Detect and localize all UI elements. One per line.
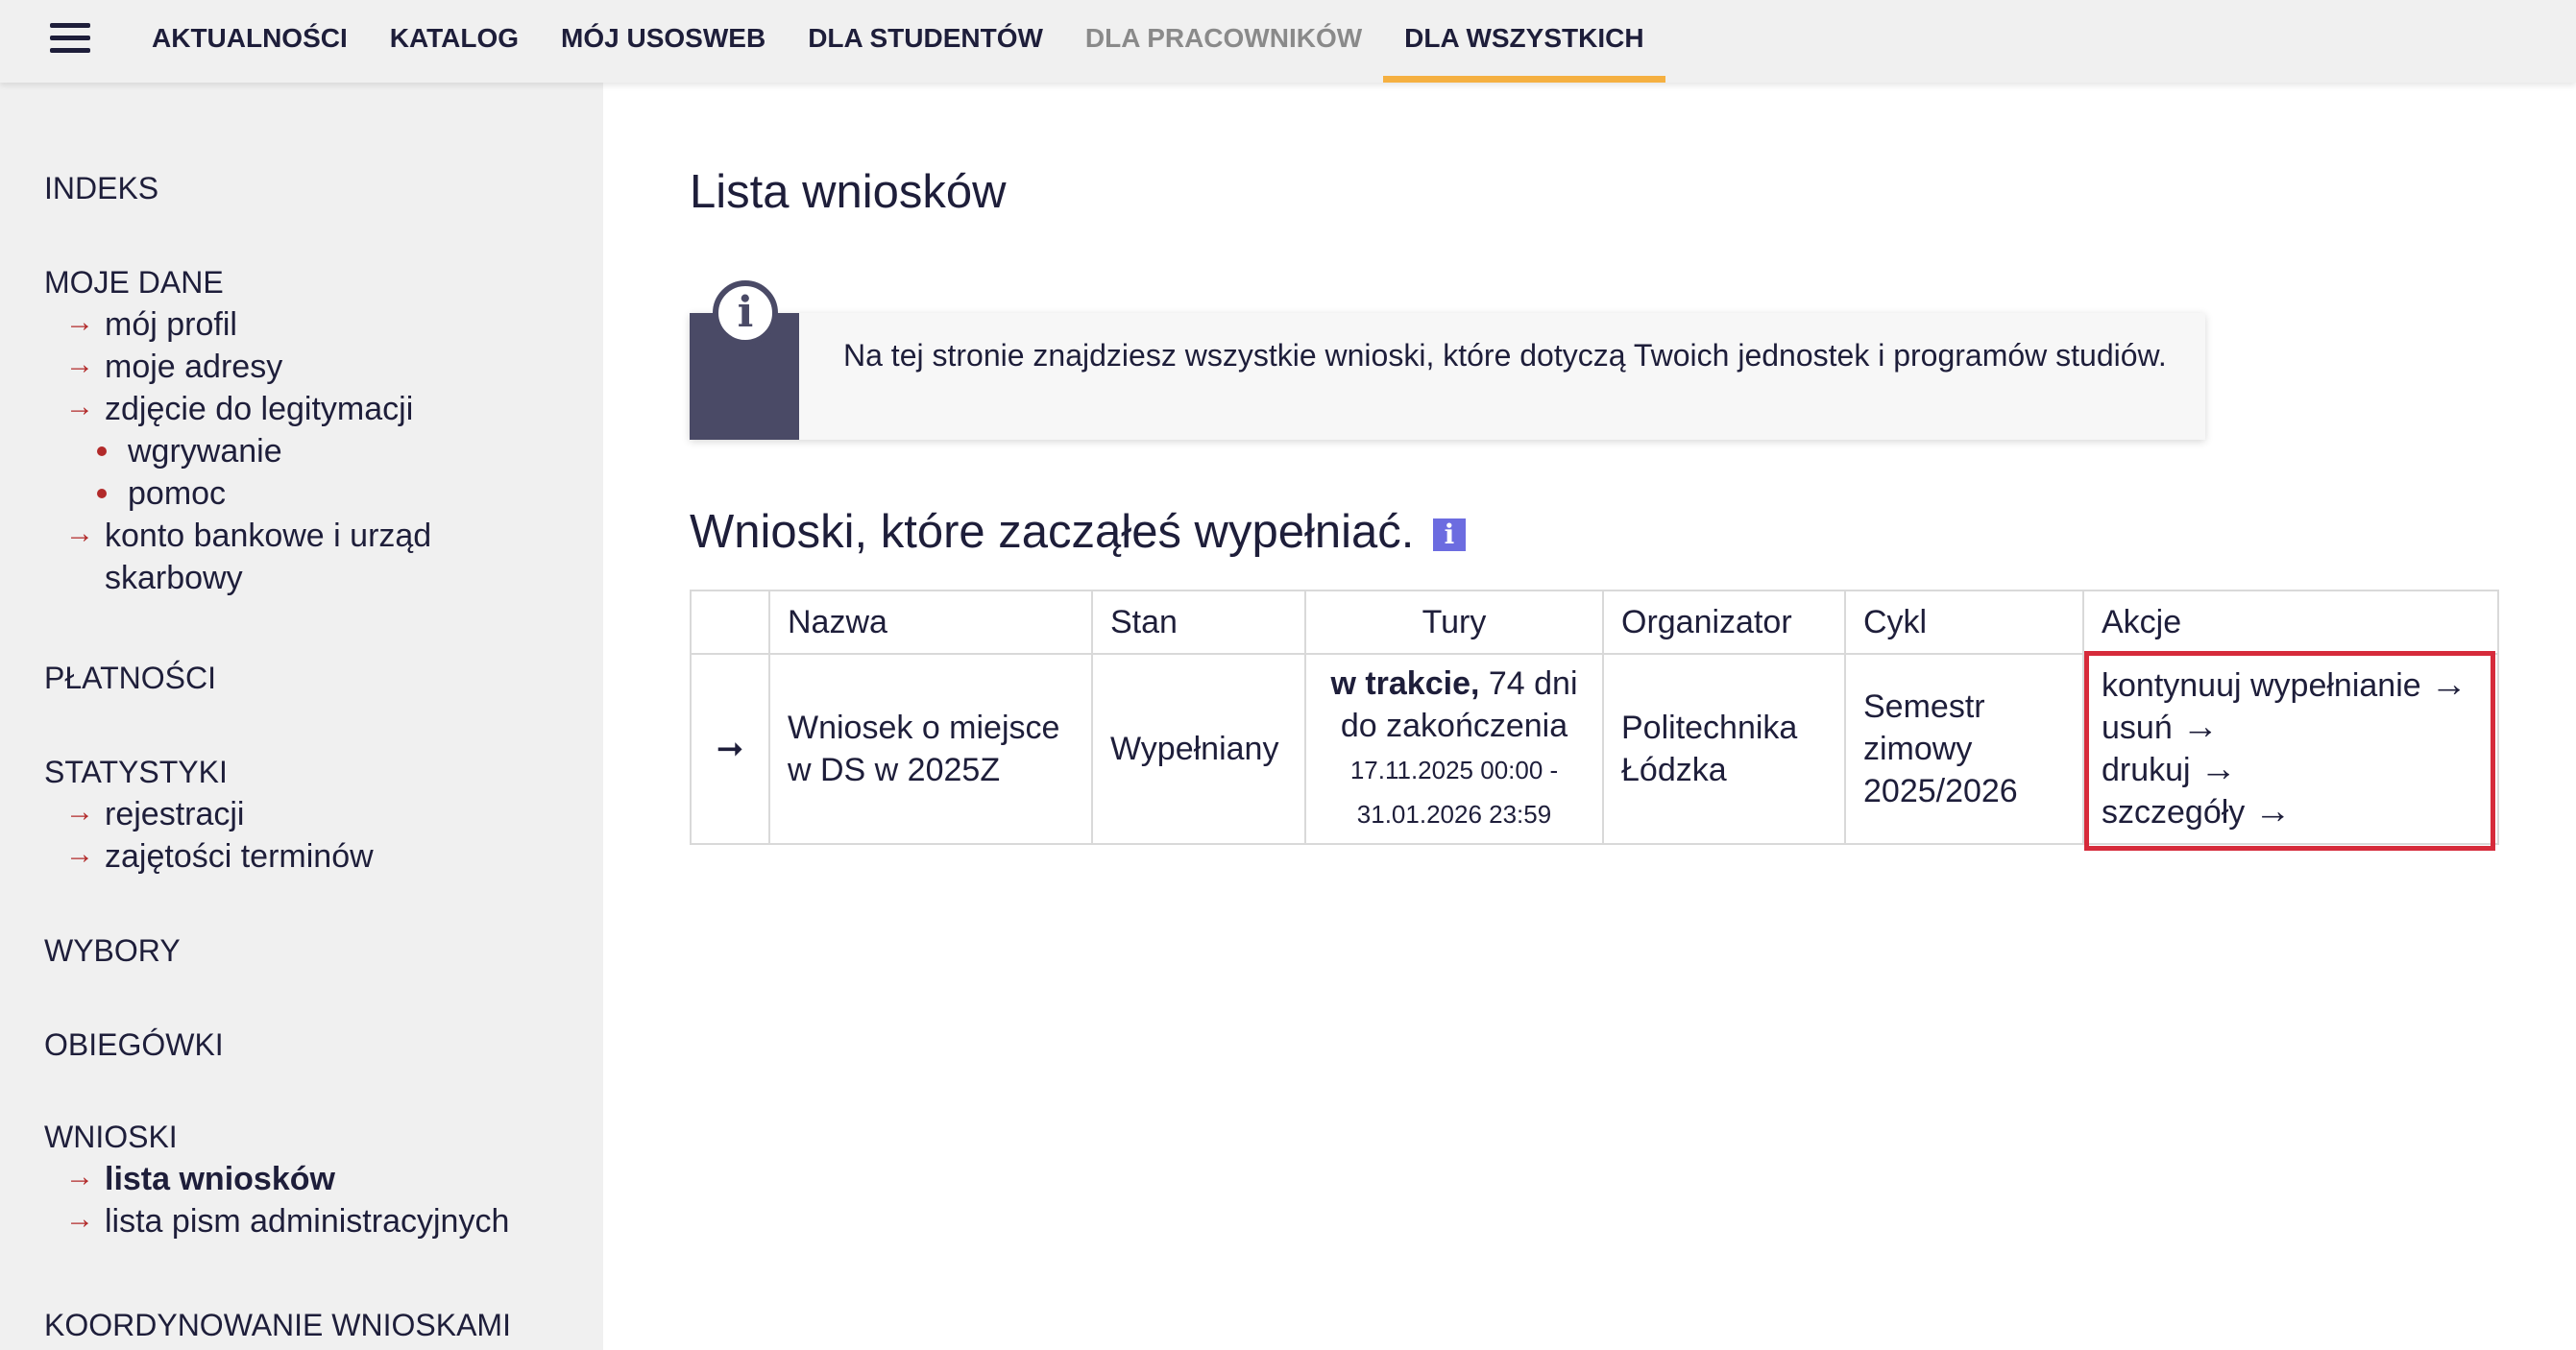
cell-stan: Wypełniany	[1091, 653, 1306, 845]
header-cykl[interactable]: Cykl	[1844, 590, 2084, 655]
sidebar-link-label: zdjęcie do legitymacji	[105, 391, 414, 427]
header-empty	[690, 590, 770, 655]
sidebar-sublink-label: wgrywanie	[128, 433, 282, 470]
sidebar-group-indeks: INDEKS	[44, 167, 158, 209]
main-nav: AKTUALNOŚCI KATALOG MÓJ USOSWEB DLA STUD…	[131, 0, 1665, 83]
header-tury[interactable]: Tury	[1304, 590, 1604, 655]
header-akcje: Akcje	[2082, 590, 2499, 655]
sidebar-link-zdjecie[interactable]: → zdjęcie do legitymacji	[0, 388, 470, 430]
arrow-right-icon: →	[65, 1203, 94, 1235]
header-organizator[interactable]: Organizator	[1602, 590, 1846, 655]
sidebar-link-label: zajętości terminów	[105, 838, 374, 875]
sidebar-link-label: mój profil	[105, 306, 237, 343]
sidebar-item-indeks[interactable]: INDEKS	[44, 167, 158, 209]
sidebar-link-label: rejestracji	[105, 796, 245, 832]
sidebar-group-statystyki: STATYSTYKI → rejestracji → zajętości ter…	[44, 751, 374, 878]
menu-icon[interactable]	[50, 23, 92, 56]
arrow-right-icon: →	[65, 306, 94, 338]
page-title: Lista wniosków	[690, 166, 1007, 218]
bullet-icon	[97, 489, 107, 498]
arrow-right-icon: →	[65, 349, 94, 380]
sidebar-link-zajetosci[interactable]: → zajętości terminów	[0, 835, 374, 878]
cell-cykl: Semestr zimowy 2025/2026	[1844, 653, 2084, 845]
table-header-row: Nazwa Stan Tury Organizator Cykl Akcje	[690, 590, 2499, 655]
sidebar-group-moje-dane: MOJE DANE → mój profil → moje adresy → z…	[44, 261, 470, 599]
sidebar-item-platnosci[interactable]: PŁATNOŚCI	[44, 657, 216, 699]
section-title-text: Wnioski, które zacząłeś wypełniać.	[690, 506, 1415, 558]
header-nazwa[interactable]: Nazwa	[768, 590, 1093, 655]
sidebar-sublink-pomoc[interactable]: pomoc	[0, 472, 470, 515]
arrow-right-icon: →	[65, 391, 94, 422]
sidebar-link-rejestracji[interactable]: → rejestracji	[0, 793, 374, 835]
cell-organizator: Politechnika Łódzka	[1602, 653, 1846, 845]
open-application-arrow-icon[interactable]: ➞	[690, 653, 770, 845]
sidebar: INDEKS MOJE DANE → mój profil → moje adr…	[0, 83, 603, 1350]
sidebar-group-koordynowanie: KOORDYNOWANIE WNIOSKAMI	[44, 1304, 511, 1346]
arrow-right-icon: →	[65, 838, 94, 870]
sidebar-group-wnioski: WNIOSKI → lista wniosków → lista pism ad…	[44, 1116, 509, 1242]
sidebar-link-moj-profil[interactable]: → mój profil	[0, 303, 470, 346]
sidebar-item-obiegowki[interactable]: OBIEGÓWKI	[44, 1024, 224, 1066]
arrow-right-icon: →	[65, 796, 94, 828]
help-info-icon[interactable]: i	[1432, 518, 1466, 552]
header-stan[interactable]: Stan	[1091, 590, 1306, 655]
section-title: Wnioski, które zacząłeś wypełniać. i	[690, 505, 1466, 559]
sidebar-item-wnioski[interactable]: WNIOSKI	[44, 1116, 509, 1158]
sidebar-link-label: moje adresy	[105, 349, 283, 385]
cell-tury: w trakcie, 74 dni do zakończenia 17.11.2…	[1304, 653, 1604, 845]
sidebar-link-lista-wnioskow[interactable]: → lista wniosków	[0, 1158, 509, 1200]
tury-dates: 17.11.2025 00:00 - 31.01.2026 23:59	[1349, 756, 1559, 829]
sidebar-item-wybory[interactable]: WYBORY	[44, 929, 181, 972]
nav-dla-pracownikow[interactable]: DLA PRACOWNIKÓW	[1064, 0, 1383, 83]
sidebar-link-label: konto bankowe i urząd skarbowy	[105, 518, 432, 596]
sidebar-link-moje-adresy[interactable]: → moje adresy	[0, 346, 470, 388]
info-text: Na tej stronie znajdziesz wszystkie wnio…	[843, 338, 2167, 373]
info-icon: i	[713, 280, 778, 346]
sidebar-link-lista-pism[interactable]: → lista pism administracyjnych	[0, 1200, 509, 1242]
nav-dla-wszystkich[interactable]: DLA WSZYSTKICH	[1383, 0, 1665, 83]
nav-katalog[interactable]: KATALOG	[369, 0, 540, 83]
arrow-right-icon: →	[65, 518, 94, 549]
sidebar-item-koordynowanie[interactable]: KOORDYNOWANIE WNIOSKAMI	[44, 1304, 511, 1346]
cell-nazwa: Wniosek o miejsce w DS w 2025Z	[768, 653, 1093, 845]
sidebar-link-konto-bankowe[interactable]: → konto bankowe i urząd skarbowy	[0, 515, 470, 599]
bullet-icon	[97, 446, 107, 456]
sidebar-group-platnosci: PŁATNOŚCI	[44, 657, 216, 699]
tury-status: w trakcie,	[1330, 665, 1480, 702]
sidebar-group-wybory: WYBORY	[44, 929, 181, 972]
actions-highlight-box	[2084, 651, 2495, 851]
nav-aktualnosci[interactable]: AKTUALNOŚCI	[131, 0, 369, 83]
sidebar-group-obiegowki: OBIEGÓWKI	[44, 1024, 224, 1066]
sidebar-item-moje-dane[interactable]: MOJE DANE	[44, 261, 470, 303]
sidebar-sublink-wgrywanie[interactable]: wgrywanie	[0, 430, 470, 472]
sidebar-link-label: lista pism administracyjnych	[105, 1203, 510, 1240]
sidebar-item-statystyki[interactable]: STATYSTYKI	[44, 751, 374, 793]
sidebar-link-label: lista wniosków	[105, 1161, 335, 1197]
nav-dla-studentow[interactable]: DLA STUDENTÓW	[787, 0, 1064, 83]
info-box: i Na tej stronie znajdziesz wszystkie wn…	[690, 280, 2205, 440]
nav-moj-usosweb[interactable]: MÓJ USOSWEB	[540, 0, 787, 83]
top-navigation-bar: AKTUALNOŚCI KATALOG MÓJ USOSWEB DLA STUD…	[0, 0, 2576, 83]
arrow-right-icon: →	[65, 1161, 94, 1193]
sidebar-sublink-label: pomoc	[128, 475, 227, 512]
